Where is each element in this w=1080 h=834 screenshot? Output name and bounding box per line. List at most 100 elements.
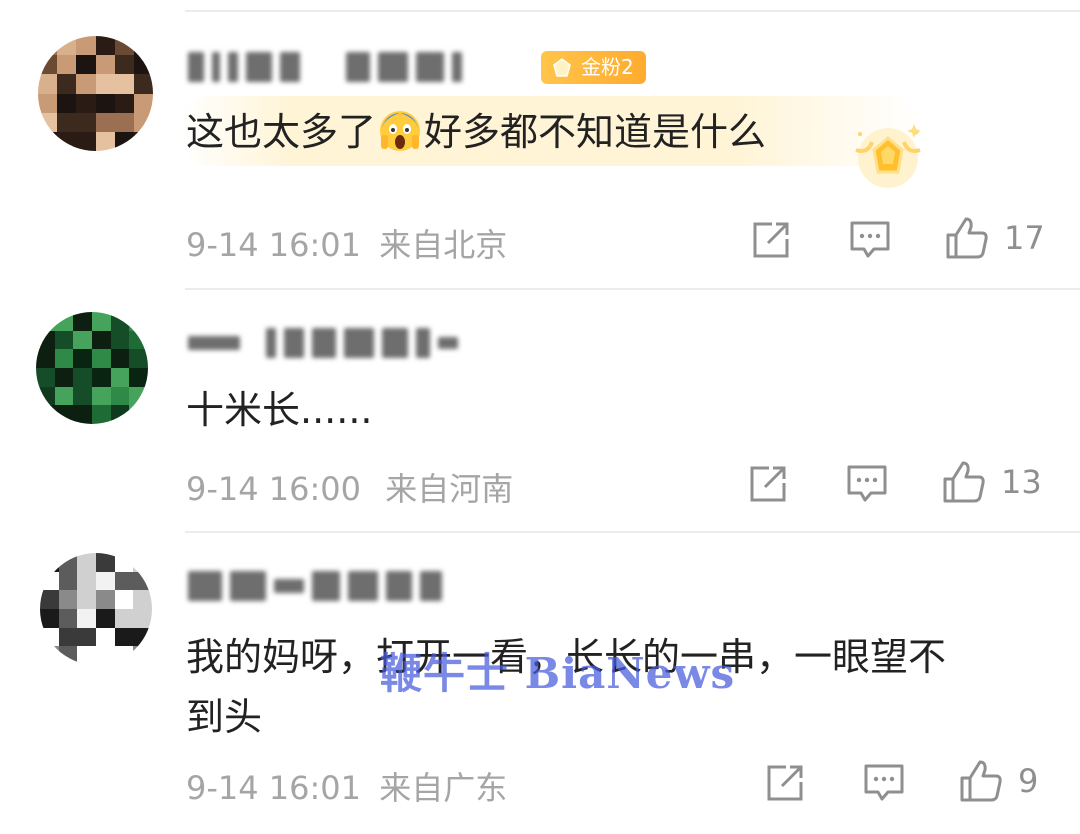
avatar[interactable]	[38, 36, 153, 151]
avatar-pixel	[36, 405, 55, 424]
avatar-pixel	[114, 36, 135, 56]
avatar-pixel	[133, 646, 152, 665]
avatar[interactable]	[36, 312, 148, 424]
avatar-pixel	[57, 93, 78, 114]
username-blurred[interactable]	[188, 50, 462, 84]
share-button[interactable]	[764, 759, 806, 807]
avatar-pixel	[40, 571, 59, 591]
avatar-pixel	[54, 405, 74, 424]
avatar-pixel	[57, 36, 78, 56]
thumbs-up-icon	[946, 217, 988, 259]
avatar-pixel	[40, 553, 59, 572]
avatar-pixel	[73, 386, 93, 406]
avatar-pixel	[36, 368, 55, 387]
comment-text: 十米长......	[186, 388, 373, 432]
avatar-pixel	[36, 386, 55, 406]
avatar-pixel	[110, 368, 130, 387]
avatar-pixel	[129, 405, 148, 424]
avatar-pixel	[77, 609, 97, 628]
avatar-pixel	[114, 627, 134, 647]
avatar-pixel	[57, 74, 78, 95]
avatar-pixel	[73, 312, 93, 331]
reply-button[interactable]	[848, 216, 892, 264]
like-button[interactable]: 9	[958, 757, 1038, 805]
comment-location: 来自广东	[379, 769, 508, 807]
avatar-pixel	[92, 386, 111, 406]
share-icon	[753, 222, 789, 258]
username-blurred[interactable]	[188, 569, 442, 603]
avatar-pixel	[58, 553, 78, 572]
fan-badge[interactable]: 金粉2	[541, 51, 646, 84]
like-count: 13	[1001, 463, 1042, 501]
avatar-pixel	[76, 131, 97, 151]
username-blurred[interactable]	[188, 326, 458, 360]
avatar-pixel	[96, 646, 115, 665]
avatar-pixel	[96, 609, 115, 628]
avatar-pixel	[110, 405, 130, 424]
avatar-pixel	[58, 609, 78, 628]
avatar-pixel	[133, 55, 153, 76]
avatar-pixel	[76, 55, 97, 76]
avatar-pixel	[73, 349, 93, 369]
avatar-pixel	[114, 74, 135, 95]
avatar-pixel	[95, 93, 116, 114]
avatar-pixel	[133, 553, 152, 572]
avatar-pixel	[133, 112, 153, 133]
comment-time: 9-14 16:01	[186, 226, 362, 264]
avatar-pixel	[110, 330, 130, 350]
reply-button[interactable]	[862, 759, 906, 807]
avatar-pixel	[76, 74, 97, 95]
crown-gem-icon	[553, 58, 571, 77]
comment-meta: 9-14 16:00 来自河南	[186, 464, 513, 510]
share-button[interactable]	[750, 216, 792, 264]
top-divider	[185, 10, 1080, 12]
avatar-pixel	[114, 112, 135, 133]
avatar-pixel	[40, 609, 59, 628]
avatar-pixel	[95, 131, 116, 151]
avatar-pixel	[95, 74, 116, 95]
avatar-pixel	[54, 349, 74, 369]
gold-gem-pendant-icon	[855, 124, 921, 188]
avatar-pixel	[96, 590, 115, 610]
avatar-pixel	[95, 36, 116, 56]
avatar-pixel	[36, 330, 55, 350]
avatar-pixel	[57, 131, 78, 151]
avatar-pixel	[92, 405, 111, 424]
like-button[interactable]: 13	[941, 458, 1042, 506]
share-button[interactable]	[747, 460, 789, 508]
avatar-pixel	[110, 386, 130, 406]
avatar-pixel	[92, 330, 111, 350]
reply-button[interactable]	[845, 460, 889, 508]
avatar-pixel	[76, 36, 97, 56]
like-button[interactable]: 17	[944, 214, 1045, 262]
avatar-pixel	[36, 312, 55, 331]
avatar-pixel	[36, 349, 55, 369]
like-count: 17	[1004, 219, 1045, 257]
thumbs-up-icon	[960, 760, 1002, 802]
avatar-pixel	[92, 368, 111, 387]
avatar-pixel	[129, 330, 148, 350]
avatar-pixel	[38, 131, 58, 151]
avatar-pixel	[38, 93, 58, 114]
avatar-pixel	[76, 93, 97, 114]
comment-2: 十米长...... 9-14 16:00 来自河南 13	[0, 290, 1080, 532]
comment-time: 9-14 16:01	[186, 769, 362, 807]
avatar-pixel	[77, 553, 97, 572]
avatar-pixel	[77, 590, 97, 610]
avatar-pixel	[96, 627, 115, 647]
avatar-pixel	[114, 55, 135, 76]
comment-time: 9-14 16:00	[186, 470, 362, 508]
avatar[interactable]	[40, 553, 152, 665]
avatar-pixel	[133, 131, 153, 151]
avatar-pixel	[133, 609, 152, 628]
like-count: 9	[1018, 762, 1039, 800]
avatar-pixel	[73, 405, 93, 424]
avatar-pixel	[129, 386, 148, 406]
avatar-pixel	[110, 312, 130, 331]
avatar-pixel	[76, 112, 97, 133]
avatar-pixel	[92, 349, 111, 369]
avatar-pixel	[38, 74, 58, 95]
comment-bubble-icon	[864, 764, 904, 801]
avatar-pixel	[133, 571, 152, 591]
avatar-pixel	[114, 553, 134, 572]
